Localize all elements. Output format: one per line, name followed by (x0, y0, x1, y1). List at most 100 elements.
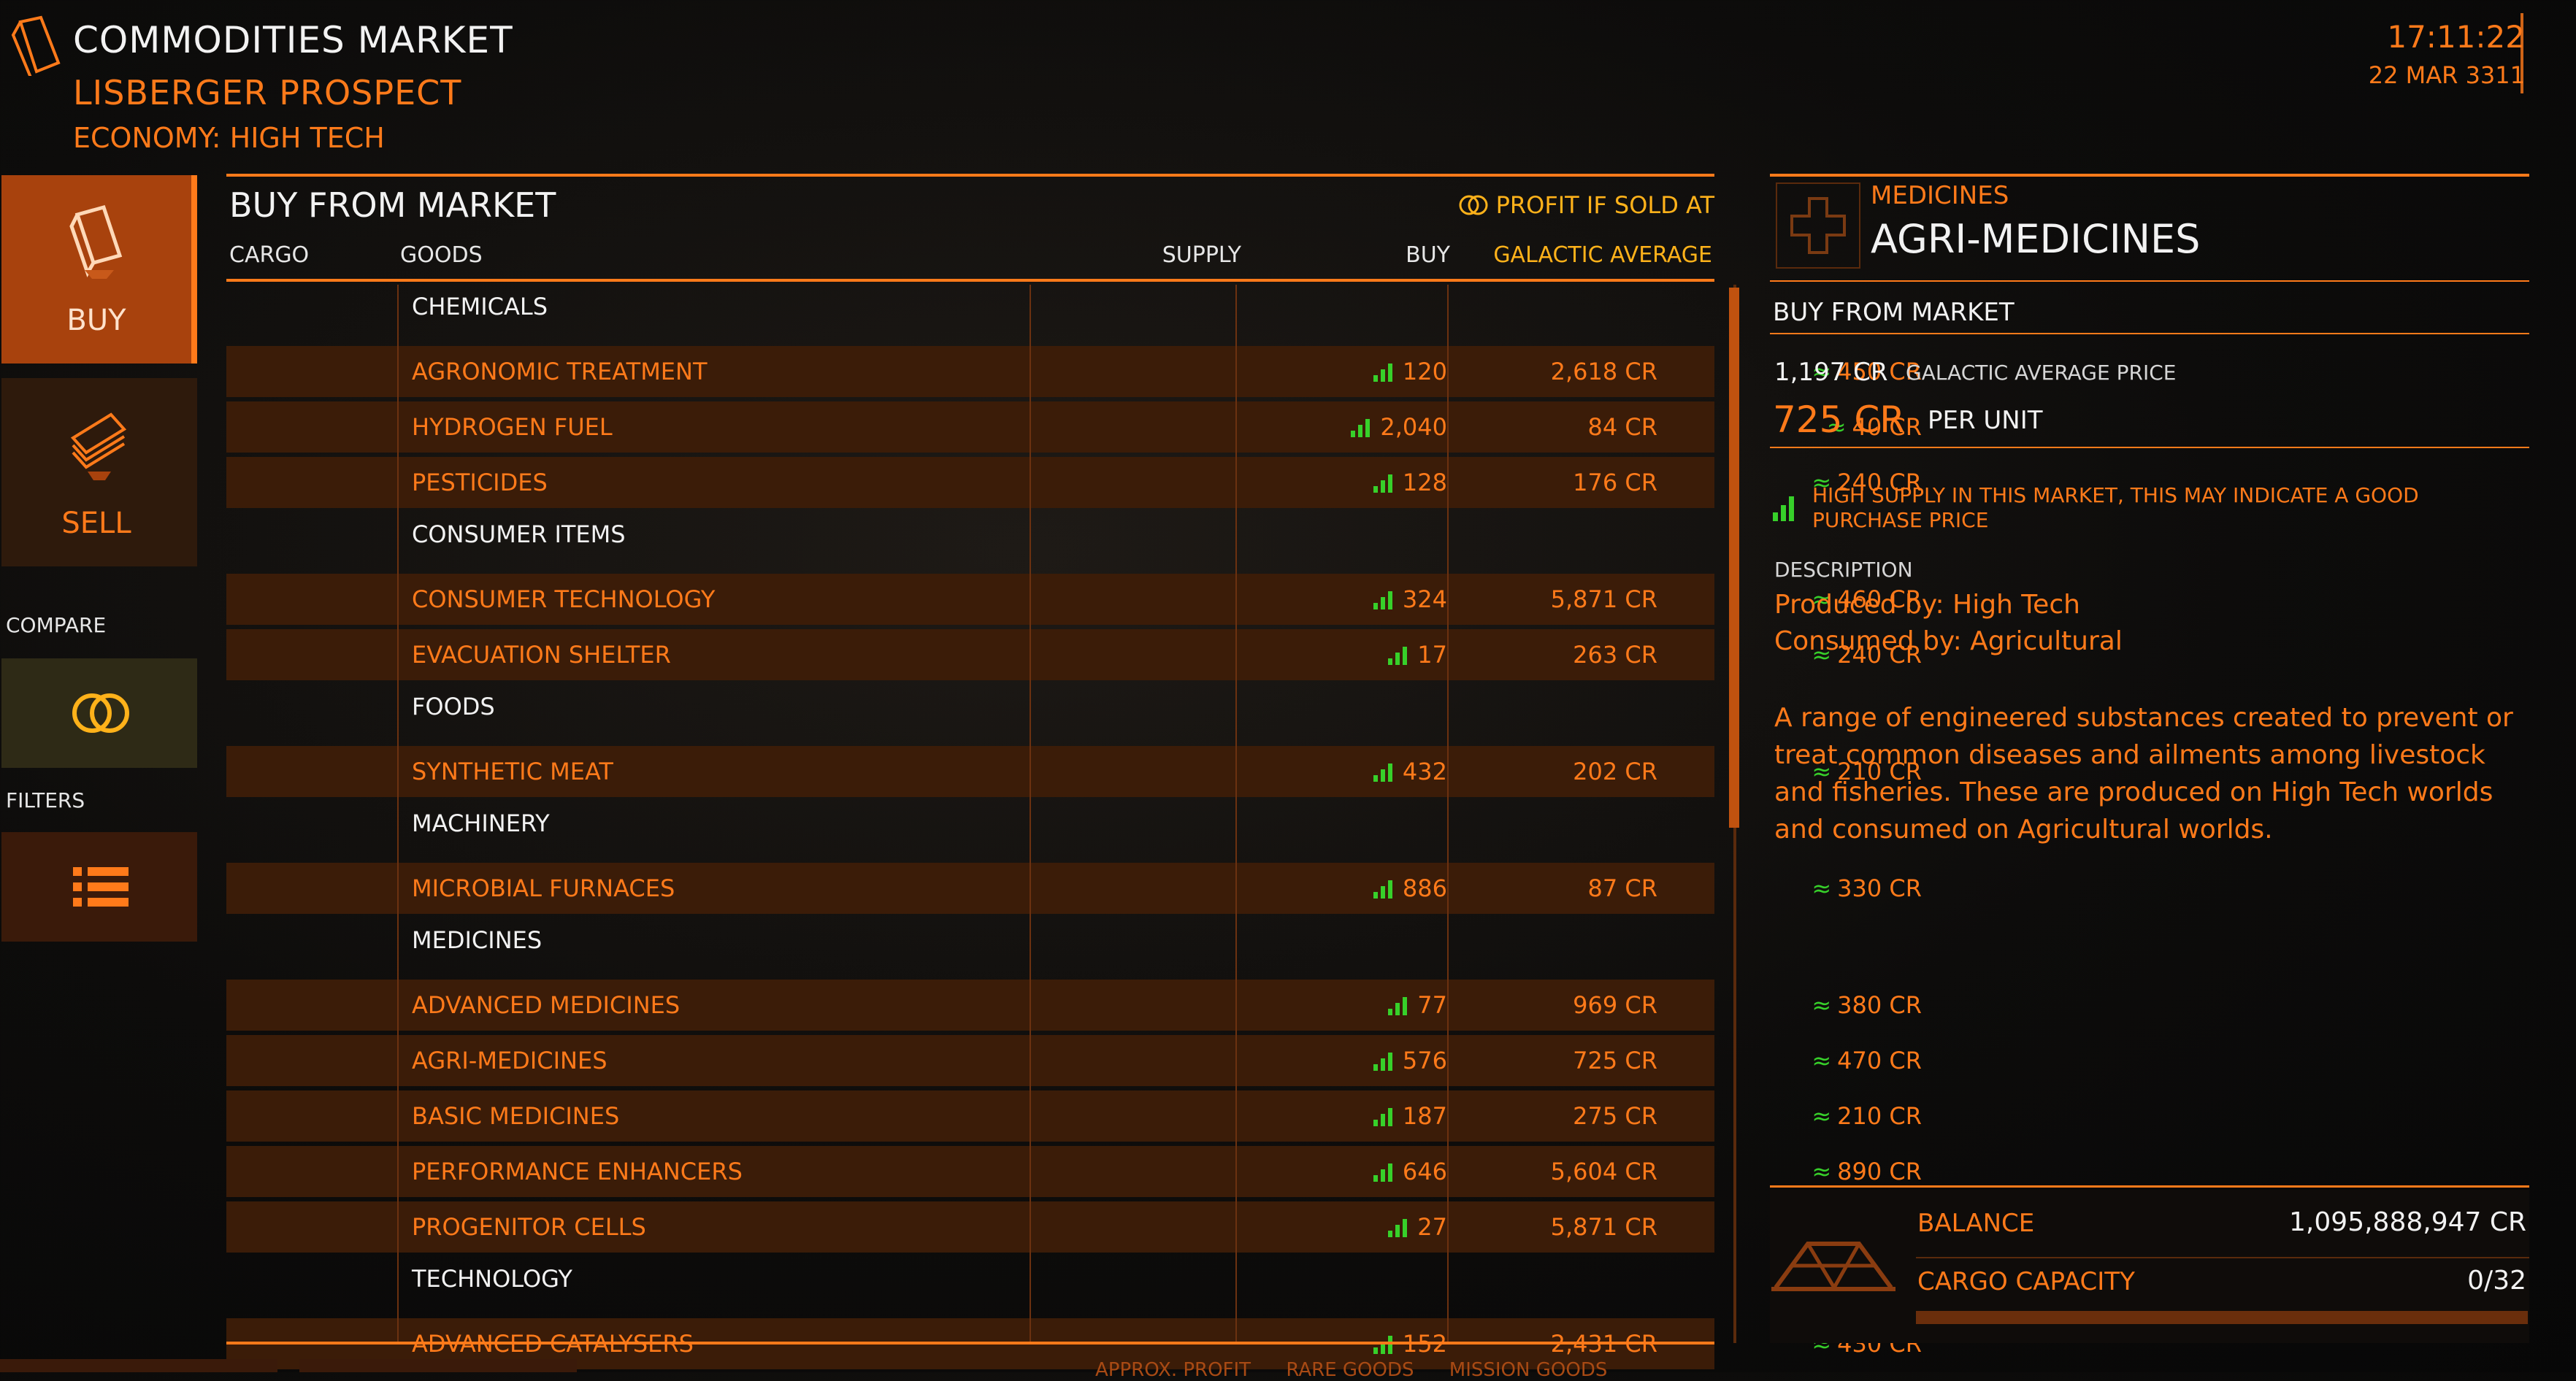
category-header: MACHINERY (226, 801, 1714, 845)
column-header-buy[interactable]: BUY (1307, 242, 1450, 268)
profit-legend: PROFIT IF SOLD AT (1458, 191, 1714, 219)
buy-tab-button[interactable]: BUY (1, 175, 197, 363)
category-name: TECHNOLOGY (412, 1265, 572, 1293)
consumed-by: Consumed by: Agricultural (1774, 626, 2123, 656)
category-header: FOODS (226, 685, 1714, 728)
commodity-galactic-average: ≈470 CR (1636, 1035, 1922, 1086)
column-header-supply[interactable]: SUPPLY (1095, 242, 1241, 268)
commodity-row[interactable]: CONSUMER TECHNOLOGY 324 5,871 CR ≈460 CR (226, 574, 1922, 625)
commodity-row[interactable]: AGRONOMIC TREATMENT 120 2,618 CR ≈450 CR (226, 346, 1922, 397)
commodity-buy-price: 5,871 CR (1550, 585, 1657, 613)
footer-legend: APPROX. PROFIT RARE GOODS MISSION GOODS (1095, 1359, 1636, 1381)
buy-tab-label: BUY (66, 304, 126, 337)
commodity-row[interactable]: PERFORMANCE ENHANCERS 646 5,604 CR ≈890 CR (226, 1146, 1922, 1197)
category-name: CHEMICALS (412, 293, 548, 320)
commodity-name: MICROBIAL FURNACES (412, 874, 675, 902)
bottom-tab-strip (0, 1359, 277, 1372)
commodity-name: HYDROGEN FUEL (412, 413, 613, 441)
compare-button[interactable] (1, 658, 197, 768)
galactic-average-price-label: GALACTIC AVERAGE PRICE (1906, 361, 2177, 385)
commodity-row[interactable]: ADVANCED MEDICINES 77 969 CR ≈380 CR (226, 980, 1922, 1031)
cargo-capacity-value: 0/32 (2467, 1266, 2526, 1296)
supply-note: HIGH SUPPLY IN THIS MARKET, THIS MAY IND… (1812, 483, 2419, 532)
bottom-tab-strip (299, 1359, 577, 1372)
market-bottom-divider (226, 1342, 1714, 1345)
category-header: TECHNOLOGY (226, 1257, 1714, 1301)
commodity-galactic-average: ≈380 CR (1636, 980, 1922, 1031)
column-header-cargo[interactable]: CARGO (229, 242, 309, 268)
unit-price: 725 CR (1773, 399, 1905, 441)
galactic-average-value: 380 CR (1837, 991, 1922, 1019)
commodity-row[interactable]: PROGENITOR CELLS275,871 CR≈580 CR (226, 1201, 1922, 1253)
commodity-buy-price: 84 CR (1587, 413, 1657, 441)
commodity-row[interactable]: AGRI-MEDICINES 576 725 CR ≈470 CR (226, 1035, 1922, 1086)
detail-divider (1770, 447, 2529, 448)
cargo-capacity-label: CARGO CAPACITY (1917, 1267, 2135, 1296)
commodity-buy-price: 87 CR (1587, 874, 1657, 902)
sell-tab-button[interactable]: SELL (1, 378, 197, 566)
commodity-name: ADVANCED MEDICINES (412, 991, 681, 1019)
market-top-divider (226, 174, 1714, 177)
column-divider (1030, 285, 1031, 1343)
commodity-name: BASIC MEDICINES (412, 1102, 620, 1130)
column-divider (397, 285, 399, 1343)
detail-divider (1770, 280, 2529, 282)
approx-symbol: ≈ (1812, 1047, 1832, 1074)
commodities-logo-icon (11, 15, 61, 76)
sell-icon (70, 412, 127, 480)
commodity-row[interactable]: MICROBIAL FURNACES 886 87 CR ≈330 CR (226, 863, 1922, 914)
supply-level-icon (1773, 496, 1794, 521)
profit-rings-icon (1459, 195, 1488, 215)
commodity-buy-price: 176 CR (1573, 469, 1657, 496)
commodity-buy-price: 263 CR (1573, 641, 1657, 669)
category-header: CHEMICALS (226, 285, 1714, 328)
detail-section-title: BUY FROM MARKET (1773, 298, 2015, 327)
commodity-name: AGRI-MEDICINES (412, 1047, 607, 1074)
legend-mission-goods: MISSION GOODS (1449, 1359, 1608, 1381)
detail-top-divider (1770, 174, 2529, 177)
galactic-average-price: 1,197 CR (1774, 358, 1888, 387)
approx-symbol: ≈ (1812, 991, 1832, 1019)
balance-label: BALANCE (1917, 1209, 2035, 1238)
filter-list-icon (73, 867, 129, 907)
buy-icon (69, 204, 123, 279)
legend-rare-goods: RARE GOODS (1286, 1359, 1414, 1381)
commodity-row[interactable]: HYDROGEN FUEL 2,040 84 CR ≈40 CR (226, 401, 1922, 453)
commodity-description: A range of engineered substances created… (1774, 703, 2513, 845)
commodity-galactic-average: ≈330 CR (1636, 863, 1922, 914)
commodity-row[interactable]: BASIC MEDICINES 187 275 CR ≈210 CR (226, 1090, 1922, 1142)
medicine-cross-icon (1776, 182, 1860, 269)
column-header-galactic-average[interactable]: GALACTIC AVERAGE (1453, 242, 1712, 268)
compare-label: COMPARE (6, 613, 107, 637)
profit-legend-label: PROFIT IF SOLD AT (1495, 191, 1714, 219)
market-scrollbar-thumb[interactable] (1729, 288, 1739, 828)
cargo-capacity-bar (1916, 1311, 2528, 1324)
commodity-row[interactable]: SYNTHETIC MEAT 432 202 CR ≈210 CR (226, 746, 1922, 797)
station-economy: ECONOMY: HIGH TECH (73, 122, 385, 154)
commodity-name: CONSUMER TECHNOLOGY (412, 585, 716, 613)
sell-tab-label: SELL (61, 507, 131, 540)
category-name: CONSUMER ITEMS (412, 520, 626, 548)
approx-symbol: ≈ (1812, 874, 1832, 902)
filters-button[interactable] (1, 832, 197, 942)
cargo-hold-icon (1771, 1242, 1895, 1291)
commodity-name: SYNTHETIC MEAT (412, 758, 613, 785)
category-header: MEDICINES (226, 918, 1714, 962)
commodity-buy-price: 2,618 CR (1550, 358, 1657, 385)
column-header-goods[interactable]: GOODS (400, 242, 483, 268)
commodity-row[interactable]: EVACUATION SHELTER 17 263 CR ≈240 CR (226, 629, 1922, 680)
commodity-row[interactable]: PESTICIDES 128 176 CR ≈240 CR (226, 457, 1922, 508)
column-divider (1447, 285, 1449, 1343)
galactic-average-value: 210 CR (1837, 1102, 1922, 1130)
game-date: 22 MAR 3311 (2368, 61, 2525, 89)
category-name: FOODS (412, 693, 495, 720)
clock-divider (2521, 13, 2523, 93)
column-divider (1235, 285, 1237, 1343)
status-divider (1770, 1185, 2529, 1188)
galactic-average-value: 330 CR (1837, 874, 1922, 902)
commodity-name: PROGENITOR CELLS (412, 1213, 646, 1241)
description-label: DESCRIPTION (1774, 558, 1913, 582)
market-title: BUY FROM MARKET (229, 185, 556, 225)
detail-divider (1770, 333, 2529, 334)
detail-category: MEDICINES (1871, 181, 2009, 210)
